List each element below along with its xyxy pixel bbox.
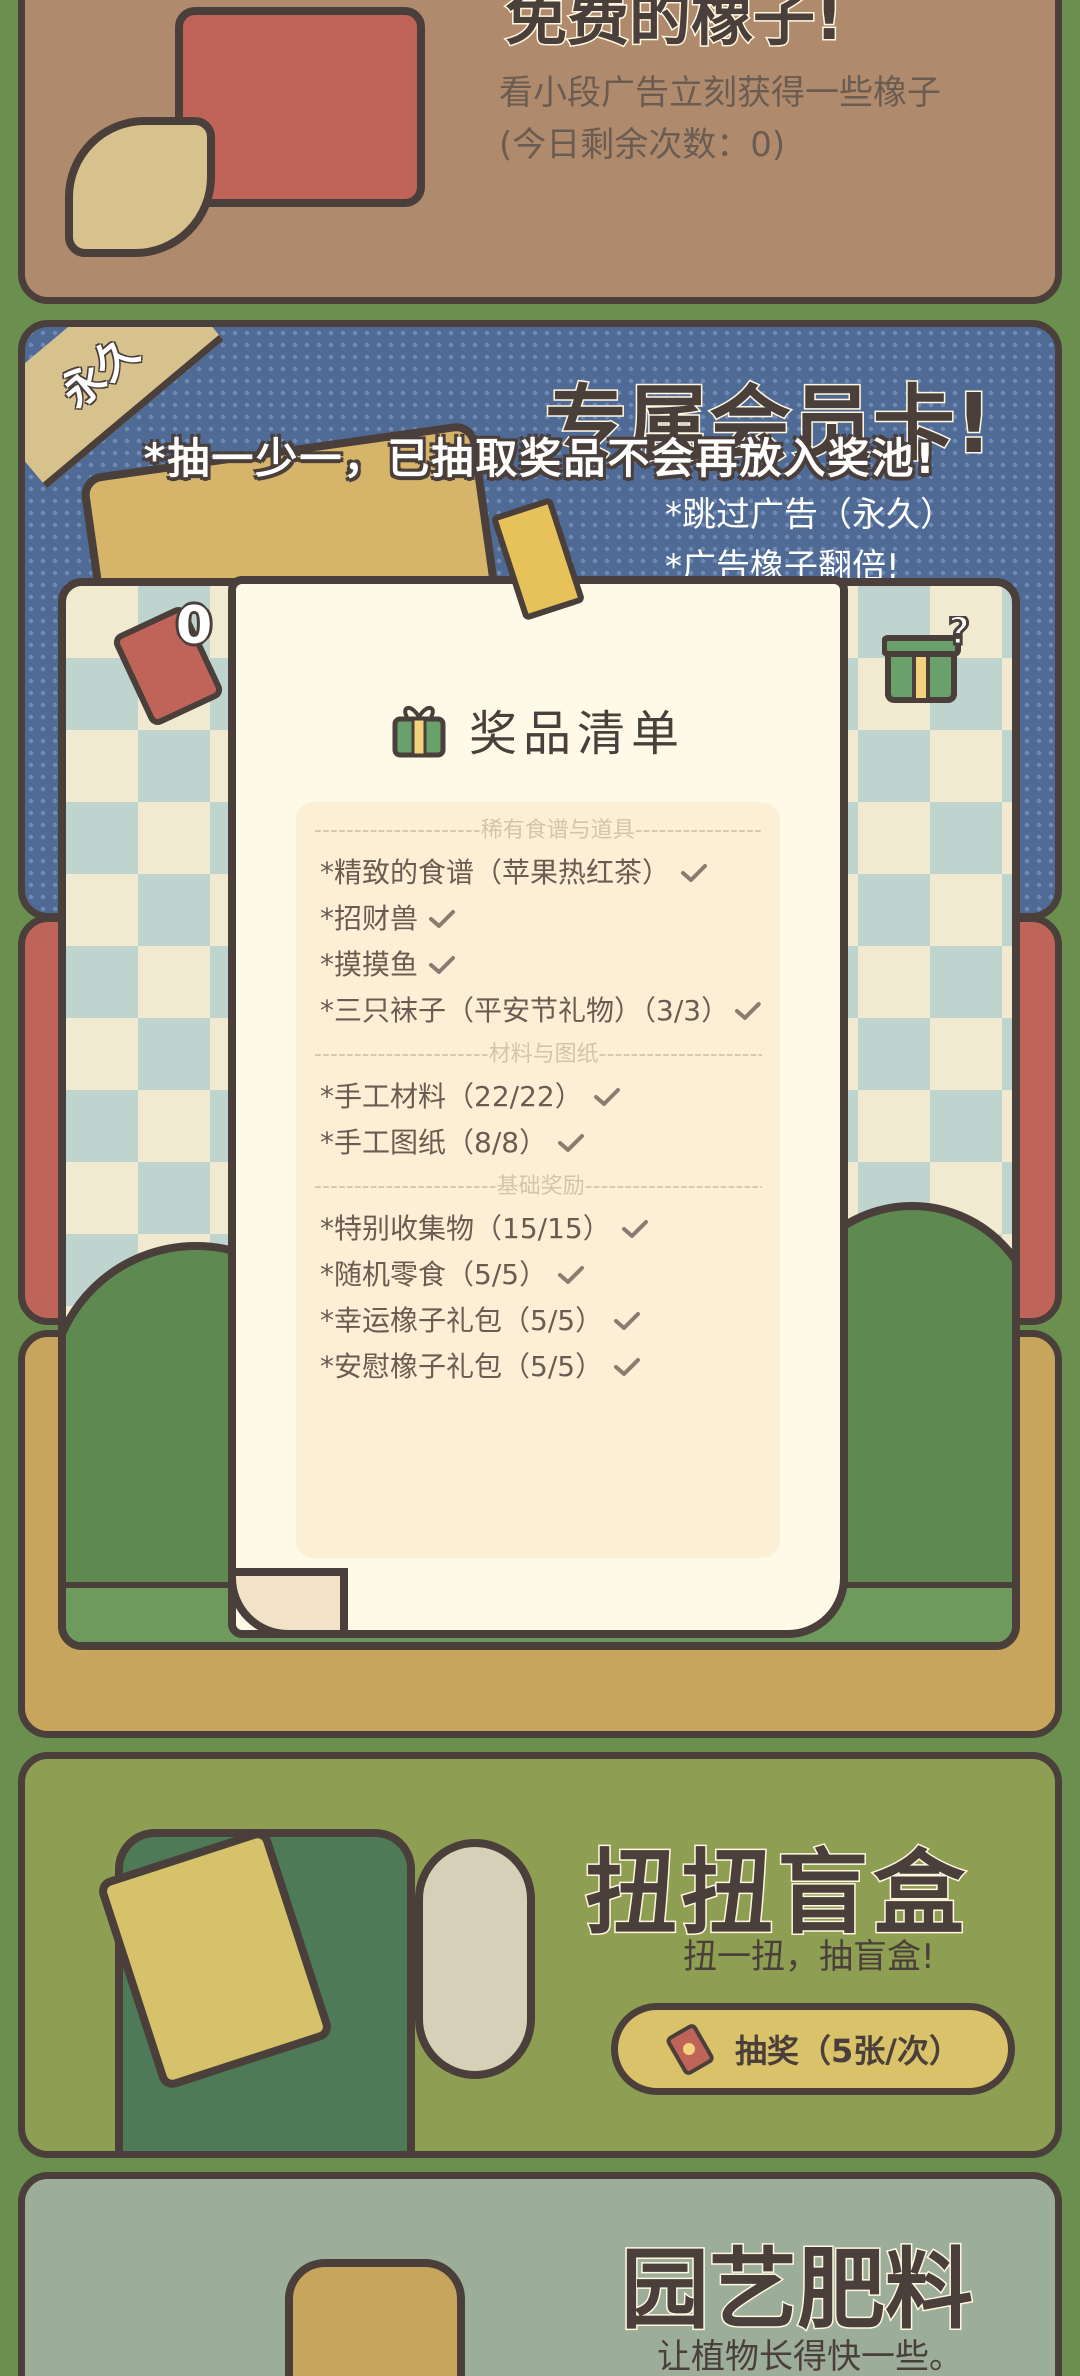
list-item: *招财兽 xyxy=(314,896,762,942)
check-icon xyxy=(681,864,708,882)
prize-list-title: 奖品清单 xyxy=(468,706,685,762)
item-label: *摸摸鱼 xyxy=(320,948,419,981)
check-icon xyxy=(429,956,456,974)
check-icon xyxy=(614,1358,641,1376)
permanent-badge-label: 永久 xyxy=(51,325,148,418)
ticket-count: 0 xyxy=(176,596,213,656)
fertilizer-title: 园艺肥料 xyxy=(619,2237,974,2343)
free-acorn-card[interactable]: 免费的橡子! 看小段广告立刻获得一些橡子 (今日剩余次数：0) xyxy=(18,0,1062,304)
free-acorn-title: 免费的橡子! xyxy=(503,0,844,56)
item-label: *精致的食谱（苹果热红茶） xyxy=(320,856,671,889)
section-header-rare: ---------------------稀有食谱与道具------------… xyxy=(314,818,762,843)
svg-text:?: ? xyxy=(948,616,970,653)
list-item: *手工图纸（8/8） xyxy=(314,1120,762,1166)
fertilizer-subtitle: 让植物长得快一些。 xyxy=(657,2337,963,2376)
check-icon xyxy=(735,1002,762,1020)
phone-illustration xyxy=(415,1839,535,2079)
gacha-subtitle: 扭一扭，抽盲盒! xyxy=(683,1937,935,1977)
check-icon xyxy=(558,1134,585,1152)
mystery-gift-icon[interactable]: ? xyxy=(882,616,972,706)
gift-icon xyxy=(392,706,446,758)
draw-rule-note: *抽一少一，已抽取奖品不会再放入奖池! xyxy=(143,434,937,483)
squirrel-tail-illustration xyxy=(65,117,215,257)
item-label: *随机零食（5/5） xyxy=(320,1258,548,1291)
paper-curl-decoration xyxy=(228,1568,348,1638)
item-label: *幸运橡子礼包（5/5） xyxy=(320,1304,604,1337)
gacha-card[interactable]: 扭扭盲盒 扭一扭，抽盲盒! 抽奖（5张/次） xyxy=(18,1752,1062,2158)
item-label: *安慰橡子礼包（5/5） xyxy=(320,1350,604,1383)
list-item: *精致的食谱（苹果热红茶） xyxy=(314,850,762,896)
list-item: *特别收集物（15/15） xyxy=(314,1206,762,1252)
item-label: *招财兽 xyxy=(320,902,419,935)
draw-lottery-button[interactable]: 抽奖（5张/次） xyxy=(611,2003,1015,2095)
check-icon xyxy=(558,1266,585,1284)
item-label: *特别收集物（15/15） xyxy=(320,1212,611,1245)
list-item: *安慰橡子礼包（5/5） xyxy=(314,1344,762,1390)
list-item: *幸运橡子礼包（5/5） xyxy=(314,1298,762,1344)
item-label: *手工材料（22/22） xyxy=(320,1080,583,1113)
list-item: *手工材料（22/22） xyxy=(314,1074,762,1120)
section-header-basic: -----------------------基础奖励-------------… xyxy=(314,1174,762,1199)
watering-can-illustration xyxy=(285,2259,465,2376)
item-label: *手工图纸（8/8） xyxy=(320,1126,548,1159)
free-acorn-remaining: (今日剩余次数：0) xyxy=(499,125,786,165)
check-icon xyxy=(621,1220,648,1238)
list-item: *摸摸鱼 xyxy=(314,942,762,988)
fertilizer-card[interactable]: 园艺肥料 让植物长得快一些。 xyxy=(18,2172,1062,2376)
item-label: *三只袜子（平安节礼物）（3/3） xyxy=(320,994,730,1027)
vip-perk-skip-ads: *跳过广告（永久） xyxy=(665,495,954,535)
list-item: *三只袜子（平安节礼物）（3/3） xyxy=(314,988,762,1034)
draw-lottery-label: 抽奖（5张/次） xyxy=(735,2032,961,2070)
free-acorn-description: 看小段广告立刻获得一些橡子 xyxy=(499,73,941,113)
section-header-materials: ----------------------材料与图纸-------------… xyxy=(314,1042,762,1067)
check-icon xyxy=(614,1312,641,1330)
check-icon xyxy=(429,910,456,928)
check-icon xyxy=(593,1088,620,1106)
ticket-icon xyxy=(666,2024,714,2075)
list-item: *随机零食（5/5） xyxy=(314,1252,762,1298)
prize-list-header: 奖品清单 xyxy=(236,694,840,764)
prize-list-paper: 奖品清单 ---------------------稀有食谱与道具-------… xyxy=(228,496,848,1638)
prize-list: ---------------------稀有食谱与道具------------… xyxy=(296,802,780,1558)
